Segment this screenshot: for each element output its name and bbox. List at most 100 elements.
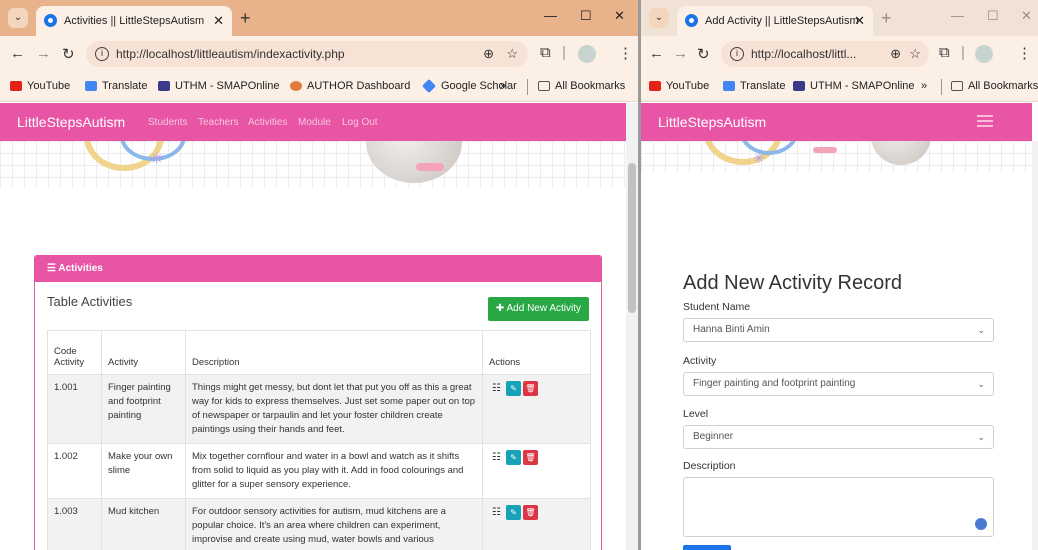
delete-icon[interactable]: 🗑: [523, 505, 538, 520]
delete-icon[interactable]: 🗑: [523, 450, 538, 465]
bookmark-star-icon[interactable]: ☆: [506, 41, 518, 67]
site-info-icon[interactable]: i: [730, 47, 744, 61]
bookmarks-separator: [527, 79, 528, 95]
bookmark-uthm[interactable]: UTHM - SMAPOnline: [158, 80, 280, 92]
page-scrollbar[interactable]: [626, 103, 638, 550]
hamburger-menu-icon[interactable]: [977, 115, 993, 127]
maximize-icon[interactable]: ☐: [987, 8, 999, 24]
new-tab-button[interactable]: +: [240, 6, 251, 30]
bookmark-translate[interactable]: Translate: [85, 80, 147, 92]
site-navbar: LittleStepsAutism Students Teachers Acti…: [0, 103, 626, 141]
separator-icon: |: [562, 44, 566, 61]
all-bookmarks[interactable]: All Bookmarks: [951, 80, 1038, 92]
reload-icon[interactable]: ↻: [62, 45, 75, 63]
browser-window-activities: ⌄ Activities || LittleStepsAutism ✕ + — …: [0, 0, 638, 550]
back-icon[interactable]: ←: [10, 45, 25, 62]
level-value: Beginner: [693, 431, 734, 442]
separator-icon: |: [961, 44, 965, 61]
zoom-icon[interactable]: ⊕: [890, 41, 901, 67]
profile-avatar[interactable]: [578, 45, 596, 63]
tab-search-button[interactable]: ⌄: [649, 8, 669, 28]
bookmark-uthm[interactable]: UTHM - SMAPOnline: [793, 80, 915, 92]
edit-icon[interactable]: ✎: [506, 381, 521, 396]
view-list-icon[interactable]: ☷: [489, 450, 504, 465]
tab-title: Activities || LittleStepsAutism: [64, 15, 205, 27]
chrome-favicon-icon: [44, 14, 57, 27]
bookmark-label: Translate: [740, 80, 786, 92]
view-list-icon[interactable]: ☷: [489, 381, 504, 396]
back-icon[interactable]: ←: [649, 45, 664, 62]
all-bookmarks[interactable]: All Bookmarks: [538, 80, 625, 92]
view-list-icon[interactable]: ☷: [489, 505, 504, 520]
tab-activities[interactable]: Activities || LittleStepsAutism ✕: [36, 6, 232, 36]
close-window-icon[interactable]: ✕: [614, 8, 625, 24]
actions-cell: ☷ ✎ 🗑: [482, 443, 591, 499]
extensions-icon[interactable]: ⧉: [540, 44, 551, 61]
nav-module[interactable]: Module: [298, 117, 331, 128]
reload-icon[interactable]: ↻: [697, 45, 710, 63]
profile-avatar[interactable]: [975, 45, 993, 63]
address-bar[interactable]: i http://localhost/littl... ⊕ ☆: [721, 41, 929, 67]
address-bar[interactable]: i http://localhost/littleautism/indexact…: [86, 41, 528, 67]
chevron-down-icon: ⌄: [13, 12, 23, 23]
student-name-select[interactable]: Hanna Binti Amin ⌄: [683, 318, 994, 342]
level-select[interactable]: Beginner ⌄: [683, 425, 994, 449]
page-scrollbar[interactable]: [1032, 141, 1038, 550]
bookmark-youtube[interactable]: YouTube: [649, 80, 709, 92]
tab-search-button[interactable]: ⌄: [8, 8, 28, 28]
code-cell: 1.003: [47, 498, 102, 550]
close-window-icon[interactable]: ✕: [1021, 8, 1032, 24]
edit-icon[interactable]: ✎: [506, 505, 521, 520]
minimize-icon[interactable]: —: [544, 8, 557, 23]
youtube-icon: [649, 81, 661, 91]
menu-kebab-icon[interactable]: ⋮: [1017, 44, 1032, 62]
new-tab-button[interactable]: +: [881, 6, 892, 30]
bookmarks-overflow[interactable]: »: [921, 80, 927, 92]
add-new-activity-button[interactable]: ✚ Add New Activity: [487, 297, 589, 321]
minimize-icon[interactable]: —: [951, 8, 964, 23]
forward-icon[interactable]: →: [673, 45, 688, 62]
site-brand[interactable]: LittleStepsAutism: [658, 114, 766, 130]
tab-strip: ⌄ Activities || LittleStepsAutism ✕ + — …: [0, 0, 638, 36]
bookmarks-overflow[interactable]: »: [500, 80, 506, 92]
grammar-check-icon[interactable]: [975, 518, 987, 530]
zoom-icon[interactable]: ⊕: [483, 41, 494, 67]
tab-add-activity[interactable]: Add Activity || LittleStepsAutism ✕: [677, 6, 873, 36]
column-header: Description: [185, 330, 483, 375]
nav-logout[interactable]: Log Out: [342, 117, 378, 128]
database-icon: ☰: [47, 263, 56, 274]
bookmark-translate[interactable]: Translate: [723, 80, 785, 92]
close-tab-icon[interactable]: ✕: [854, 6, 865, 36]
bookmark-youtube[interactable]: YouTube: [10, 80, 70, 92]
extensions-icon[interactable]: ⧉: [939, 44, 950, 61]
activity-select[interactable]: Finger painting and footprint painting ⌄: [683, 372, 994, 396]
nav-activities[interactable]: Activities: [248, 117, 287, 128]
site-info-icon[interactable]: i: [95, 47, 109, 61]
nav-students[interactable]: Students: [148, 117, 187, 128]
bookmark-star-icon[interactable]: ☆: [909, 41, 921, 67]
folder-icon: [951, 81, 963, 91]
bookmark-label: UTHM - SMAPOnline: [175, 80, 280, 92]
bookmark-author[interactable]: AUTHOR Dashboard: [290, 80, 410, 92]
forward-icon[interactable]: →: [36, 45, 51, 62]
scrollbar-thumb[interactable]: [628, 163, 636, 313]
actions-cell: ☷ ✎ 🗑: [482, 498, 591, 550]
chevron-down-icon: ⌄: [977, 432, 985, 442]
nav-teachers[interactable]: Teachers: [198, 117, 239, 128]
site-brand[interactable]: LittleStepsAutism: [17, 114, 125, 130]
description-textarea[interactable]: [683, 477, 994, 537]
submit-button[interactable]: [683, 545, 731, 550]
edit-icon[interactable]: ✎: [506, 450, 521, 465]
description-cell: Mix together cornflour and water in a bo…: [185, 443, 483, 499]
close-tab-icon[interactable]: ✕: [213, 6, 224, 36]
activity-label: Activity: [683, 355, 717, 367]
activity-cell: Finger painting and footprint painting: [101, 374, 186, 444]
menu-kebab-icon[interactable]: ⋮: [618, 44, 633, 62]
chevron-down-icon: ⌄: [977, 325, 985, 335]
bookmarks-separator: [941, 79, 942, 95]
translate-icon: [85, 81, 97, 91]
form-title: Add New Activity Record: [683, 272, 902, 294]
add-button-label: Add New Activity: [506, 303, 581, 314]
maximize-icon[interactable]: ☐: [580, 8, 592, 24]
delete-icon[interactable]: 🗑: [523, 381, 538, 396]
